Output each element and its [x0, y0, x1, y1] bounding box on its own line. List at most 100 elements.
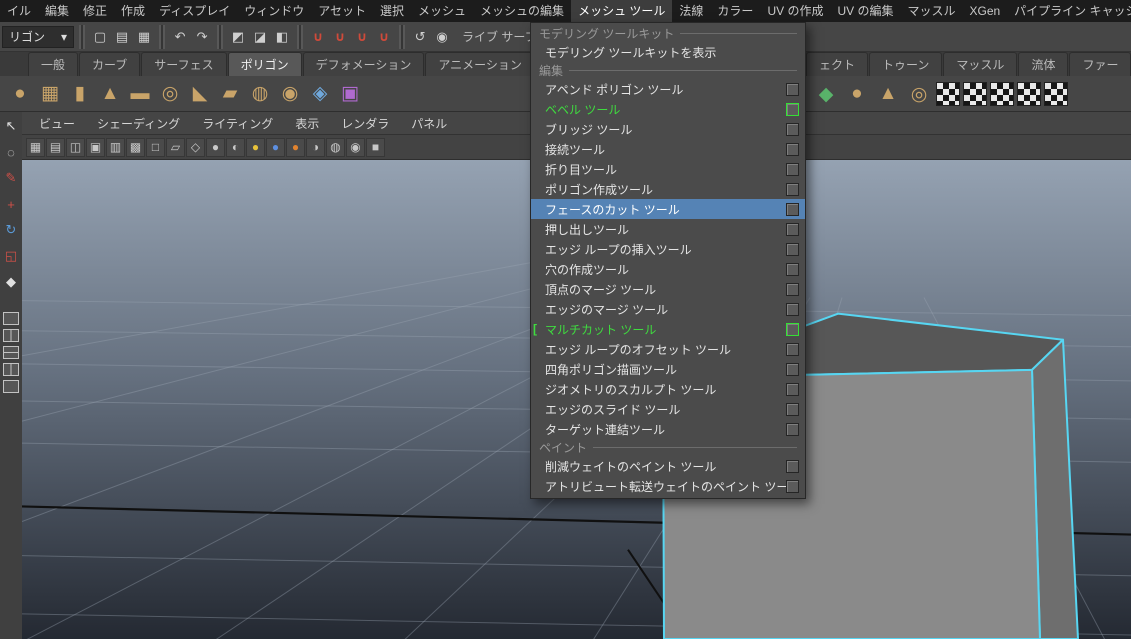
- menu-file[interactable]: イル: [0, 0, 38, 22]
- undo-icon[interactable]: ↶: [170, 27, 190, 47]
- menu-edit-mesh[interactable]: メッシュの編集: [473, 0, 571, 22]
- menu-edit-uvs[interactable]: UV の編集: [830, 0, 900, 22]
- menu-item-slide-edge-tool[interactable]: エッジのスライド ツール: [531, 399, 805, 419]
- menu-select[interactable]: 選択: [373, 0, 411, 22]
- menu-item-multi-cut-tool[interactable]: [マルチカット ツール: [531, 319, 805, 339]
- select-tool-icon[interactable]: ↖: [1, 116, 21, 136]
- polygon-sphere-icon[interactable]: ●: [6, 79, 34, 109]
- option-box[interactable]: [786, 142, 799, 156]
- option-box[interactable]: [786, 322, 799, 336]
- shaded-icon[interactable]: ●: [206, 137, 225, 157]
- snap-curve-icon[interactable]: ∪: [330, 27, 350, 47]
- option-box[interactable]: [786, 222, 799, 236]
- layout-outliner-button[interactable]: [3, 363, 19, 376]
- menu-item-show-modeling-toolkit[interactable]: モデリング ツールキットを表示: [531, 42, 805, 62]
- option-box[interactable]: [786, 402, 799, 416]
- menu-item-paint-transfer-attr-weights-tool[interactable]: アトリビュート転送ウェイトのペイント ツール: [531, 476, 805, 496]
- menu-item-merge-edge-tool[interactable]: エッジのマージ ツール: [531, 299, 805, 319]
- layout-single-pane-button[interactable]: [3, 312, 19, 325]
- toolbar-separator[interactable]: [79, 24, 86, 49]
- shelf-icon[interactable]: ●: [843, 79, 871, 109]
- uv-checker-icon[interactable]: [963, 82, 987, 106]
- option-box[interactable]: [786, 302, 799, 316]
- menu-pipeline-cache[interactable]: パイプライン キャッシュ: [1007, 0, 1131, 22]
- menu-item-create-polygon-tool[interactable]: ポリゴン作成ツール: [531, 179, 805, 199]
- polygon-cone-icon[interactable]: ▲: [96, 79, 124, 109]
- file-save-icon[interactable]: ▦: [134, 27, 154, 47]
- menu-normals[interactable]: 法線: [672, 0, 710, 22]
- history-icon[interactable]: ↺: [410, 27, 430, 47]
- layout-horizontal-button[interactable]: [3, 346, 19, 359]
- menu-item-make-hole-tool[interactable]: 穴の作成ツール: [531, 259, 805, 279]
- shelf-tab-surfaces[interactable]: サーフェス: [141, 52, 227, 76]
- polygon-soccerball-icon[interactable]: ◉: [276, 79, 304, 109]
- menu-item-bridge-tool[interactable]: ブリッジ ツール: [531, 119, 805, 139]
- lighting-icon[interactable]: ●: [246, 137, 265, 157]
- option-box[interactable]: [786, 382, 799, 396]
- menu-item-bevel-tool[interactable]: ベベル ツール: [531, 99, 805, 119]
- toolbar-separator[interactable]: [297, 24, 304, 49]
- option-box[interactable]: [786, 479, 799, 493]
- snap-point-icon[interactable]: ∪: [352, 27, 372, 47]
- menu-item-target-weld-tool[interactable]: ターゲット連結ツール: [531, 419, 805, 439]
- snap-view-icon[interactable]: ∪: [374, 27, 394, 47]
- file-open-icon[interactable]: ▤: [112, 27, 132, 47]
- uv-checker-icon[interactable]: [1017, 82, 1041, 106]
- toolbar-separator[interactable]: [159, 24, 166, 49]
- option-box[interactable]: [786, 282, 799, 296]
- menu-mesh-tools[interactable]: メッシュ ツール: [571, 0, 673, 22]
- scale-tool-icon[interactable]: ◱: [1, 246, 21, 266]
- multisample-icon[interactable]: ◍: [326, 137, 345, 157]
- shelf-icon[interactable]: ▲: [874, 79, 902, 109]
- option-box[interactable]: [786, 182, 799, 196]
- shelf-tab-toon[interactable]: トゥーン: [869, 52, 943, 76]
- menu-mesh[interactable]: メッシュ: [411, 0, 473, 22]
- paint-select-tool-icon[interactable]: ✎: [1, 168, 21, 188]
- menu-item-insert-edge-loop-tool[interactable]: エッジ ループの挿入ツール: [531, 239, 805, 259]
- move-tool-icon[interactable]: +: [1, 194, 21, 214]
- menu-modify[interactable]: 修正: [76, 0, 114, 22]
- menu-item-crease-tool[interactable]: 折り目ツール: [531, 159, 805, 179]
- isolate-select-icon[interactable]: ◉: [346, 137, 365, 157]
- lasso-select-tool-icon[interactable]: ◌: [1, 142, 21, 162]
- shelf-tab-curves[interactable]: カーブ: [79, 52, 141, 76]
- grid-toggle-icon[interactable]: ▤: [46, 137, 65, 157]
- option-box[interactable]: [786, 262, 799, 276]
- rotate-tool-icon[interactable]: ↻: [1, 220, 21, 240]
- toolbar-separator[interactable]: [399, 24, 406, 49]
- shelf-tab-deformation[interactable]: デフォメーション: [302, 52, 425, 76]
- shelf-tab-animation[interactable]: アニメーション: [425, 52, 535, 76]
- option-box[interactable]: [786, 459, 799, 473]
- menu-set-dropdown[interactable]: リゴン ▾: [2, 25, 75, 48]
- option-box[interactable]: [786, 202, 799, 216]
- option-box[interactable]: [786, 102, 799, 116]
- uv-checker-icon[interactable]: [990, 82, 1014, 106]
- menu-item-paint-reduce-weights-tool[interactable]: 削減ウェイトのペイント ツール: [531, 456, 805, 476]
- option-box[interactable]: [786, 362, 799, 376]
- shelf-icon[interactable]: ◆: [812, 79, 840, 109]
- menu-create-uvs[interactable]: UV の作成: [760, 0, 830, 22]
- ambient-occlusion-icon[interactable]: ●: [286, 137, 305, 157]
- menu-item-cut-faces-tool[interactable]: フェースのカット ツール: [531, 199, 805, 219]
- menu-edit[interactable]: 編集: [38, 0, 76, 22]
- shelf-tab-fluids[interactable]: 流体: [1018, 52, 1069, 76]
- toolbar-separator[interactable]: [217, 24, 224, 49]
- menu-item-sculpt-geometry-tool[interactable]: ジオメトリのスカルプト ツール: [531, 379, 805, 399]
- snap-grid-icon[interactable]: ∪: [308, 27, 328, 47]
- option-box[interactable]: [786, 162, 799, 176]
- shelf-tab-fur[interactable]: ファー: [1069, 52, 1131, 76]
- option-box[interactable]: [786, 422, 799, 436]
- gate-mask-icon[interactable]: ▥: [106, 137, 125, 157]
- file-new-icon[interactable]: ▢: [90, 27, 110, 47]
- polygon-prism-icon[interactable]: ◣: [186, 79, 214, 109]
- render-icon[interactable]: ◉: [432, 27, 452, 47]
- select-hierarchy-icon[interactable]: ◩: [228, 27, 248, 47]
- xray-icon[interactable]: ■: [366, 137, 385, 157]
- select-camera-icon[interactable]: ▦: [26, 137, 45, 157]
- shelf-icon[interactable]: ◎: [905, 79, 933, 109]
- panel-menu-panels[interactable]: パネル: [400, 115, 458, 132]
- uv-checker-icon[interactable]: [1044, 82, 1068, 106]
- safe-title-icon[interactable]: ▱: [166, 137, 185, 157]
- option-box[interactable]: [786, 82, 799, 96]
- panel-menu-renderer[interactable]: レンダラ: [330, 115, 400, 132]
